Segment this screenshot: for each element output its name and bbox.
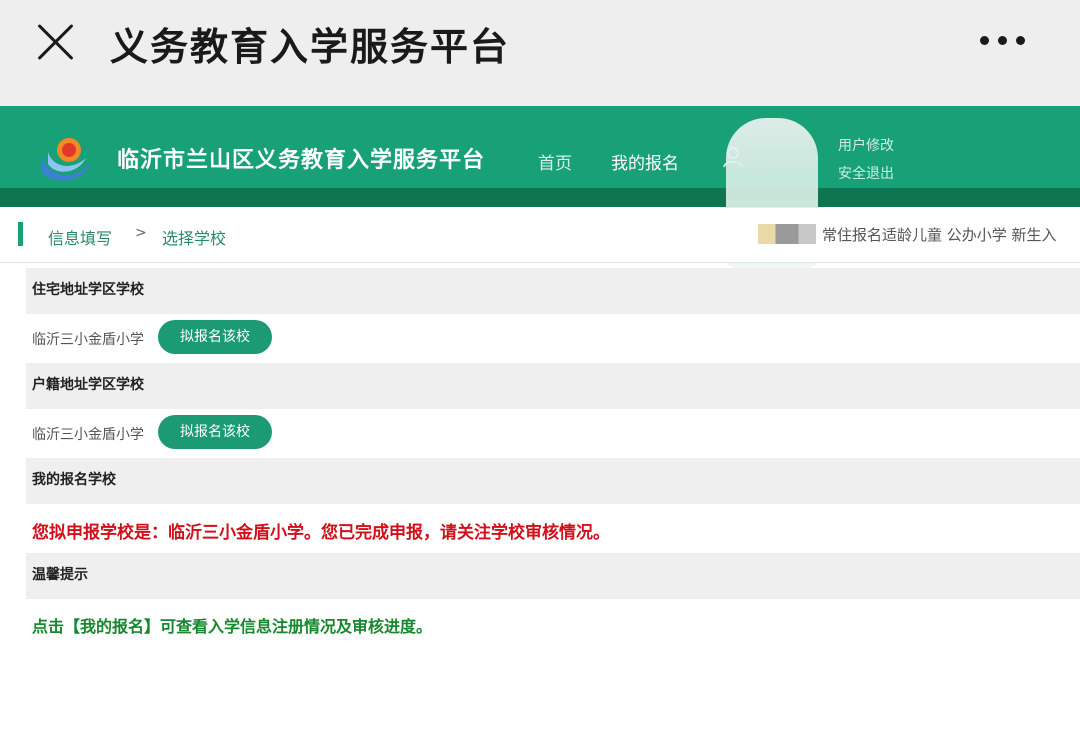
- section-title-household: 户籍地址学区学校: [26, 363, 1080, 409]
- privacy-blur: [758, 224, 816, 244]
- app-title: 义务教育入学服务平台: [110, 25, 511, 69]
- section-title-my-school: 我的报名学校: [26, 458, 1080, 504]
- logout-link[interactable]: 安全退出: [838, 160, 894, 188]
- notice-text: 常住报名适龄儿童 公办小学 新生入: [822, 226, 1057, 244]
- breadcrumb-separator: >: [135, 225, 147, 241]
- breadcrumb-step-school: 选择学校: [162, 229, 227, 248]
- close-icon[interactable]: [34, 20, 78, 64]
- tips-row: 点击【我的报名】可查看入学信息注册情况及审核进度。: [26, 599, 1080, 648]
- residence-school-row: 临沂三小金盾小学 拟报名该校: [26, 314, 1080, 363]
- site-name: 临沂市兰山区义务教育入学服务平台: [117, 148, 486, 173]
- section-title-tips: 温馨提示: [26, 553, 1080, 599]
- user-edit-link[interactable]: 用户修改: [838, 132, 894, 160]
- residence-school-name: 临沂三小金盾小学: [32, 332, 144, 348]
- household-school-name: 临沂三小金盾小学: [32, 427, 144, 443]
- notice-ticker: 常住报名适龄儿童 公办小学 新生入: [758, 224, 1080, 248]
- tips-message: 点击【我的报名】可查看入学信息注册情况及审核进度。: [32, 617, 433, 636]
- breadcrumb-marker: [18, 222, 23, 246]
- site-header: 临沂市兰山区义务教育入学服务平台 首页 我的报名 用户修改 安全退出: [0, 106, 1080, 207]
- nav-home[interactable]: 首页: [538, 149, 572, 174]
- household-school-row: 临沂三小金盾小学 拟报名该校: [26, 409, 1080, 458]
- content: 住宅地址学区学校 临沂三小金盾小学 拟报名该校 户籍地址学区学校 临沂三小金盾小…: [26, 268, 1080, 648]
- my-school-row: 您拟申报学校是：临沂三小金盾小学。您已完成申报，请关注学校审核情况。: [26, 504, 1080, 553]
- user-links: 用户修改 安全退出: [838, 132, 894, 188]
- header-strip: [0, 188, 1080, 207]
- section-title-residence: 住宅地址学区学校: [26, 268, 1080, 314]
- breadcrumb: 信息填写 > 选择学校 常住报名适龄儿童 公办小学 新生入: [0, 208, 1080, 263]
- platform-logo-icon: [42, 138, 92, 181]
- submission-status-message: 您拟申报学校是：临沂三小金盾小学。您已完成申报，请关注学校审核情况。: [32, 523, 610, 543]
- breadcrumb-step-info[interactable]: 信息填写: [48, 225, 112, 249]
- apply-residence-school-button[interactable]: 拟报名该校: [158, 320, 272, 354]
- app-bar: 义务教育入学服务平台: [0, 0, 1080, 106]
- nav-my-registration[interactable]: 我的报名: [611, 149, 679, 174]
- more-icon[interactable]: [980, 30, 1036, 54]
- apply-household-school-button[interactable]: 拟报名该校: [158, 415, 272, 449]
